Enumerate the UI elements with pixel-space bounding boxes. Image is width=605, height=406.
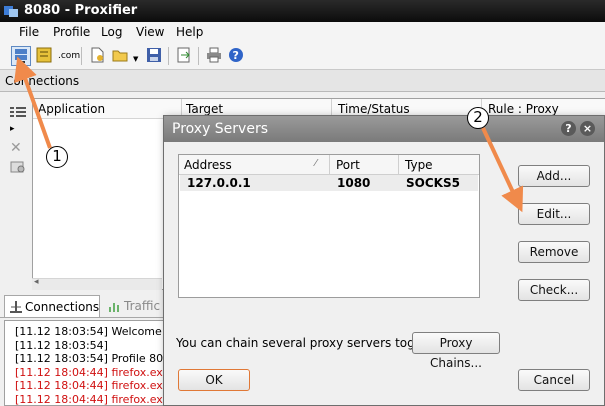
- tab-connections-label: Connections: [25, 300, 100, 314]
- dialog-close-button[interactable]: ×: [580, 121, 595, 136]
- annotation-marker-1: 1: [46, 146, 68, 168]
- print-icon[interactable]: [205, 46, 225, 66]
- toolbar-separator: [168, 47, 169, 65]
- column-target[interactable]: Target: [186, 102, 223, 116]
- window-titlebar: 8080 - Proxifier: [0, 0, 605, 22]
- cancel-button[interactable]: Cancel: [518, 369, 590, 391]
- proxification-rules-icon[interactable]: [35, 46, 55, 66]
- svg-text:?: ?: [233, 49, 239, 62]
- menu-log[interactable]: Log: [101, 25, 122, 39]
- menu-help[interactable]: Help: [176, 25, 203, 39]
- proxy-servers-dialog: Proxy Servers ? × Address ⁄ Port Type 12…: [163, 115, 605, 406]
- svg-text:.com: .com: [58, 51, 80, 61]
- menu-profile[interactable]: Profile: [53, 25, 90, 39]
- name-resolution-icon[interactable]: .com: [58, 46, 80, 66]
- edit-button[interactable]: Edit...: [518, 203, 590, 225]
- dialog-title: Proxy Servers: [172, 121, 269, 137]
- horizontal-scrollbar[interactable]: ◂: [32, 277, 162, 290]
- log-line: [11.12 18:03:54] Welcome to: [15, 325, 177, 338]
- menu-view[interactable]: View: [136, 25, 164, 39]
- connections-tab-icon: [9, 300, 23, 317]
- column-rule-proxy[interactable]: Rule : Proxy: [488, 102, 559, 116]
- scroll-left-icon[interactable]: ◂: [34, 277, 39, 287]
- window-title: 8080 - Proxifier: [24, 3, 138, 18]
- proxy-port: 1080: [337, 176, 371, 190]
- remove-button[interactable]: Remove: [518, 241, 590, 263]
- expand-arrow-icon[interactable]: ▸: [10, 124, 26, 138]
- add-button[interactable]: Add...: [518, 165, 590, 187]
- connections-title: Connections: [5, 74, 80, 88]
- dialog-help-button[interactable]: ?: [561, 121, 576, 136]
- ok-button[interactable]: OK: [178, 369, 250, 391]
- proxy-server-row[interactable]: 127.0.0.1 1080 SOCKS5: [180, 175, 478, 191]
- proxifier-app-icon: [3, 4, 19, 22]
- annotation-marker-2: 2: [467, 107, 489, 129]
- column-application[interactable]: Application: [38, 102, 105, 116]
- check-button[interactable]: Check...: [518, 279, 590, 301]
- column-address[interactable]: Address: [184, 158, 232, 172]
- toolbar-separator: [198, 47, 199, 65]
- column-separator: [398, 155, 399, 175]
- traffic-chart-icon: [108, 299, 122, 316]
- help-icon[interactable]: ?: [227, 46, 247, 66]
- column-time-status[interactable]: Time/Status: [338, 102, 410, 116]
- column-type[interactable]: Type: [405, 158, 433, 172]
- save-profile-icon[interactable]: [145, 46, 165, 66]
- toolbar-separator: [81, 47, 82, 65]
- connections-header: Connections: [0, 70, 605, 92]
- view-details-icon[interactable]: [10, 106, 26, 120]
- log-line: [11.12 18:03:54]: [15, 338, 108, 352]
- proxy-chains-button[interactable]: Proxy Chains...: [412, 332, 500, 370]
- sort-indicator-icon: ⁄: [315, 158, 317, 169]
- chevron-down-icon[interactable]: ▼: [133, 55, 138, 63]
- proxy-type: SOCKS5: [406, 176, 460, 190]
- column-port[interactable]: Port: [336, 158, 360, 172]
- new-profile-icon[interactable]: [88, 46, 108, 66]
- tab-connections[interactable]: Connections: [4, 295, 100, 317]
- proxy-address: 127.0.0.1: [187, 176, 251, 190]
- close-connection-icon[interactable]: ✕: [10, 140, 26, 156]
- proxy-server-table[interactable]: Address ⁄ Port Type 127.0.0.1 1080 SOCKS…: [178, 154, 480, 298]
- tab-traffic-label: Traffic: [124, 299, 161, 313]
- menu-file[interactable]: File: [19, 25, 39, 39]
- column-separator: [329, 155, 330, 175]
- proxy-servers-icon[interactable]: [11, 46, 31, 66]
- tab-traffic[interactable]: Traffic: [104, 295, 168, 317]
- open-profile-icon[interactable]: [111, 46, 131, 66]
- menu-bar: File Profile Log View Help: [0, 22, 605, 42]
- dialog-titlebar: Proxy Servers ? ×: [164, 116, 604, 142]
- toolbar: .com ▼ ?: [0, 42, 605, 70]
- proxy-server-table-header: Address ⁄ Port Type: [179, 155, 479, 175]
- connections-side-tools: ▸ ✕: [0, 98, 30, 288]
- export-icon[interactable]: [175, 46, 195, 66]
- chain-hint-text: You can chain several proxy servers toge…: [176, 336, 451, 350]
- open-process-icon[interactable]: [10, 160, 26, 174]
